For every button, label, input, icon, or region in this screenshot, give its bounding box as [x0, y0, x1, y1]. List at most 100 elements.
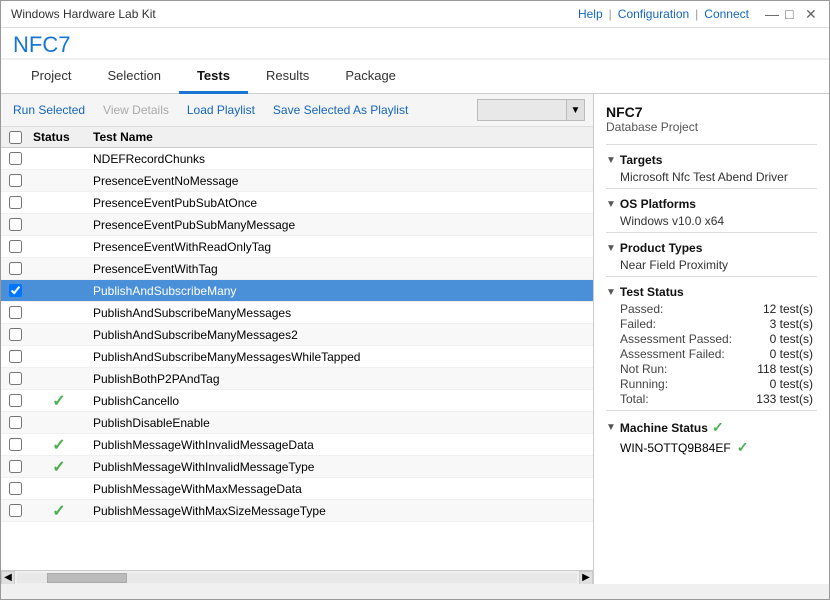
tab-tests[interactable]: Tests [179, 60, 248, 94]
failed-label: Failed: [620, 317, 656, 331]
table-row[interactable]: PresenceEventPubSubManyMessage [1, 214, 593, 236]
connect-link[interactable]: Connect [704, 7, 749, 21]
targets-content: Microsoft Nfc Test Abend Driver [606, 170, 817, 184]
test-name-cell: PresenceEventNoMessage [89, 174, 593, 188]
table-row[interactable]: PublishAndSubscribeManyMessages2 [1, 324, 593, 346]
dropdown-arrow[interactable]: ▼ [567, 99, 585, 121]
right-panel: NFC7 Database Project ▼ Targets Microsof… [594, 94, 829, 584]
restore-button[interactable]: □ [785, 7, 799, 21]
targets-label: Targets [620, 153, 662, 167]
row-checkbox[interactable] [9, 460, 22, 473]
table-row[interactable]: ✓ PublishMessageWithInvalidMessageData [1, 434, 593, 456]
test-table: Status Test Name NDEFRecordChunks Presen… [1, 127, 593, 584]
table-row[interactable]: NDEFRecordChunks [1, 148, 593, 170]
row-checkbox[interactable] [9, 240, 22, 253]
view-details-button[interactable]: View Details [99, 101, 173, 119]
tab-selection[interactable]: Selection [89, 60, 178, 94]
help-link[interactable]: Help [578, 7, 603, 21]
product-types-section-header[interactable]: ▼ Product Types [606, 241, 817, 255]
test-name-cell: PresenceEventWithTag [89, 262, 593, 276]
test-name-cell: PresenceEventPubSubManyMessage [89, 218, 593, 232]
sep1: | [609, 7, 612, 21]
pass-checkmark-icon: ✓ [52, 457, 65, 477]
table-row[interactable]: PresenceEventPubSubAtOnce [1, 192, 593, 214]
row-checkbox[interactable] [9, 328, 22, 341]
tab-package[interactable]: Package [327, 60, 414, 94]
os-platforms-section-header[interactable]: ▼ OS Platforms [606, 197, 817, 211]
select-all-checkbox[interactable] [9, 131, 22, 144]
row-checkbox[interactable] [9, 196, 22, 209]
test-name-cell: PublishAndSubscribeManyMessages2 [89, 328, 593, 342]
table-row[interactable]: PresenceEventWithTag [1, 258, 593, 280]
collapse-triangle-icon: ▼ [606, 243, 616, 254]
product-types-label: Product Types [620, 241, 702, 255]
row-checkbox[interactable] [9, 372, 22, 385]
assess-failed-label: Assessment Failed: [620, 347, 725, 361]
test-list-body[interactable]: NDEFRecordChunks PresenceEventNoMessage … [1, 148, 593, 570]
table-row[interactable]: ✓ PublishMessageWithMaxSizeMessageType [1, 500, 593, 522]
row-checkbox[interactable] [9, 394, 22, 407]
row-checkbox[interactable] [9, 438, 22, 451]
table-row[interactable]: PublishAndSubscribeManyMessages [1, 302, 593, 324]
status-cell: ✓ [29, 435, 89, 455]
table-row[interactable]: PublishBothP2PAndTag [1, 368, 593, 390]
table-row[interactable]: PublishAndSubscribeManyMessagesWhileTapp… [1, 346, 593, 368]
row-checkbox[interactable] [9, 482, 22, 495]
load-playlist-button[interactable]: Load Playlist [183, 101, 259, 119]
table-row[interactable]: ✓ PublishMessageWithInvalidMessageType [1, 456, 593, 478]
total-row: Total: 133 test(s) [620, 392, 817, 406]
table-row[interactable]: PublishAndSubscribeMany [1, 280, 593, 302]
test-name-cell: PublishBothP2PAndTag [89, 372, 593, 386]
table-row[interactable]: PublishMessageWithMaxMessageData [1, 478, 593, 500]
collapse-triangle-icon: ▼ [606, 155, 616, 166]
playlist-input[interactable] [477, 99, 567, 121]
pass-checkmark-icon: ✓ [52, 501, 65, 521]
tab-results[interactable]: Results [248, 60, 327, 94]
row-checkbox[interactable] [9, 174, 22, 187]
row-checkbox[interactable] [9, 416, 22, 429]
row-checkbox[interactable] [9, 262, 22, 275]
os-platforms-label: OS Platforms [620, 197, 696, 211]
scrollbar-track[interactable] [17, 573, 577, 583]
table-row[interactable]: PresenceEventWithReadOnlyTag [1, 236, 593, 258]
collapse-triangle-icon: ▼ [606, 199, 616, 210]
status-column-header: Status [29, 130, 89, 144]
app-title: NFC7 [1, 28, 829, 58]
scroll-left-button[interactable]: ◀ [1, 571, 15, 585]
row-checkbox[interactable] [9, 306, 22, 319]
machine-status-checkmark-icon: ✓ [712, 419, 724, 436]
scrollbar-thumb[interactable] [47, 573, 127, 583]
configuration-link[interactable]: Configuration [618, 7, 689, 21]
status-cell: ✓ [29, 391, 89, 411]
scroll-right-button[interactable]: ▶ [579, 571, 593, 585]
table-row[interactable]: PublishDisableEnable [1, 412, 593, 434]
table-row[interactable]: ✓ PublishCancello [1, 390, 593, 412]
machine-status-section-header[interactable]: ▼ Machine Status ✓ [606, 419, 817, 436]
test-status-section-header[interactable]: ▼ Test Status [606, 285, 817, 299]
project-title: NFC7 [606, 104, 817, 120]
run-selected-button[interactable]: Run Selected [9, 101, 89, 119]
row-checkbox[interactable] [9, 504, 22, 517]
project-subtitle: Database Project [606, 120, 817, 134]
tests-toolbar: Run Selected View Details Load Playlist … [1, 94, 593, 127]
assess-failed-value: 0 test(s) [770, 347, 813, 361]
tab-project[interactable]: Project [13, 60, 89, 94]
close-button[interactable]: ✕ [805, 7, 819, 21]
targets-section-header[interactable]: ▼ Targets [606, 153, 817, 167]
test-name-cell: PublishMessageWithInvalidMessageType [89, 460, 593, 474]
table-row[interactable]: PresenceEventNoMessage [1, 170, 593, 192]
row-checkbox[interactable] [9, 284, 22, 297]
main-content: Run Selected View Details Load Playlist … [1, 94, 829, 584]
assess-failed-row: Assessment Failed: 0 test(s) [620, 347, 817, 361]
tabs-bar: Project Selection Tests Results Package [1, 60, 829, 94]
machine-ok-icon: ✓ [737, 439, 749, 456]
row-checkbox[interactable] [9, 350, 22, 363]
save-as-playlist-button[interactable]: Save Selected As Playlist [269, 101, 412, 119]
row-checkbox[interactable] [9, 152, 22, 165]
machine-status-label: Machine Status [620, 421, 708, 435]
window-controls: — □ ✕ [765, 7, 819, 21]
minimize-button[interactable]: — [765, 7, 779, 21]
row-checkbox[interactable] [9, 218, 22, 231]
horizontal-scrollbar[interactable]: ◀ ▶ [1, 570, 593, 584]
test-name-cell: PresenceEventPubSubAtOnce [89, 196, 593, 210]
